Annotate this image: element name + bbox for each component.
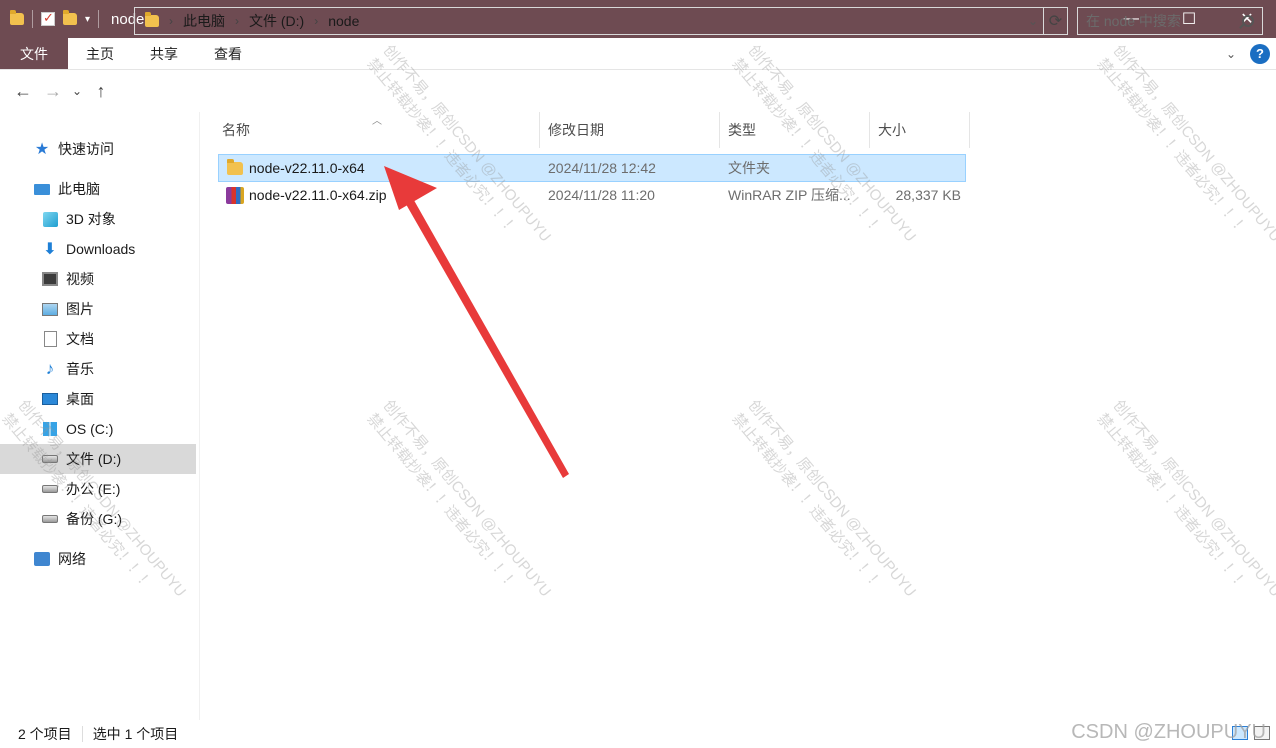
- download-icon: ⬇: [43, 241, 57, 258]
- file-name: node-v22.11.0-x64: [249, 160, 365, 176]
- sidebar-item-label: 文件 (D:): [66, 451, 122, 467]
- drive-icon: [42, 451, 58, 467]
- sidebar-item-label: 视频: [66, 271, 94, 287]
- column-header-name[interactable]: 名称: [200, 112, 540, 148]
- picture-icon: [42, 301, 58, 317]
- 3d-objects-icon: [42, 211, 58, 227]
- search-input[interactable]: [1086, 13, 1236, 29]
- sidebar-item-music[interactable]: ♪ 音乐: [0, 354, 196, 384]
- breadcrumb-node[interactable]: node: [328, 13, 359, 29]
- sidebar-item-label: 3D 对象: [66, 211, 116, 227]
- recent-locations-icon[interactable]: ⌄: [68, 84, 86, 98]
- folder-icon: [227, 155, 243, 181]
- folder-icon: [10, 10, 24, 25]
- column-header-date[interactable]: 修改日期: [540, 112, 720, 148]
- document-icon: [42, 331, 58, 347]
- sidebar-item-videos[interactable]: 视频: [0, 264, 196, 294]
- back-button[interactable]: ←: [8, 81, 38, 102]
- table-row[interactable]: node-v22.11.0-x64.zip 2024/11/28 11:20 W…: [218, 181, 966, 209]
- file-date: 2024/11/28 12:42: [548, 160, 656, 176]
- properties-icon[interactable]: [41, 10, 55, 26]
- drive-icon: [42, 481, 58, 497]
- new-folder-icon[interactable]: [63, 10, 77, 25]
- sidebar-item-label: 此电脑: [58, 181, 100, 197]
- folder-icon: [145, 12, 159, 27]
- tab-home[interactable]: 主页: [68, 38, 132, 69]
- file-list: ︿ 名称 修改日期 类型 大小 node-v22.11.0-x64 2024/1…: [200, 112, 1276, 720]
- chevron-right-icon[interactable]: ›: [235, 14, 239, 28]
- computer-icon: [34, 181, 50, 197]
- chevron-right-icon[interactable]: ›: [314, 14, 318, 28]
- file-type: WinRAR ZIP 压缩...: [728, 187, 851, 203]
- music-icon: ♪: [45, 359, 55, 378]
- sidebar-item-desktop[interactable]: 桌面: [0, 384, 196, 414]
- sidebar-item-this-pc[interactable]: 此电脑: [0, 174, 196, 204]
- sidebar-item-label: 桌面: [66, 391, 94, 407]
- network-icon: [34, 551, 50, 567]
- desktop-icon: [42, 391, 58, 407]
- windows-drive-icon: [42, 421, 58, 437]
- divider: [98, 10, 100, 28]
- sidebar-item-label: 音乐: [66, 361, 94, 377]
- csdn-watermark: CSDN @ZHOUPUYU: [1071, 721, 1266, 743]
- ribbon-expand-icon[interactable]: ⌄: [1226, 47, 1236, 61]
- forward-button[interactable]: →: [38, 81, 68, 102]
- column-header-size[interactable]: 大小: [870, 112, 970, 148]
- tab-share[interactable]: 共享: [132, 38, 196, 69]
- search-box[interactable]: [1077, 7, 1263, 35]
- refresh-button[interactable]: ⟳: [1044, 7, 1068, 35]
- sidebar-item-label: 网络: [58, 551, 86, 567]
- table-row[interactable]: node-v22.11.0-x64 2024/11/28 12:42 文件夹: [218, 154, 966, 182]
- item-count: 2 个项目: [18, 726, 72, 742]
- chevron-right-icon[interactable]: ›: [169, 14, 173, 28]
- sidebar-item-label: OS (C:): [66, 421, 114, 437]
- file-name: node-v22.11.0-x64.zip: [249, 187, 387, 203]
- video-icon: [42, 271, 58, 287]
- address-dropdown-icon[interactable]: ⌄: [1023, 14, 1043, 28]
- navigation-bar: ← → ⌄ ↑: [0, 70, 1276, 112]
- sidebar-item-documents[interactable]: 文档: [0, 324, 196, 354]
- sidebar-item-drive-e[interactable]: 办公 (E:): [0, 474, 196, 504]
- star-icon: ★: [34, 141, 50, 158]
- up-button[interactable]: ↑: [86, 81, 116, 102]
- sidebar-item-drive-c[interactable]: OS (C:): [0, 414, 196, 444]
- sidebar-item-network[interactable]: 网络: [0, 544, 196, 574]
- winrar-icon: [226, 181, 244, 209]
- breadcrumb-drive-d[interactable]: 文件 (D:): [249, 11, 304, 31]
- help-icon[interactable]: ?: [1250, 43, 1270, 64]
- sidebar-item-downloads[interactable]: ⬇ Downloads: [0, 234, 196, 264]
- tab-file[interactable]: 文件: [0, 38, 68, 69]
- sidebar-item-drive-g[interactable]: 备份 (G:): [0, 504, 196, 534]
- selection-count: 选中 1 个项目: [92, 726, 179, 742]
- quick-access-dropdown-icon[interactable]: ▾: [85, 14, 90, 25]
- sidebar-item-label: 文档: [66, 331, 94, 347]
- file-size: 28,337 KB: [895, 187, 961, 203]
- address-bar[interactable]: › 此电脑 › 文件 (D:) › node ⌄: [134, 7, 1044, 35]
- navigation-pane: ★ 快速访问 此电脑 3D 对象 ⬇ Downloads 视频 图片 文档 ♪ …: [0, 112, 200, 720]
- search-icon[interactable]: [1242, 15, 1254, 27]
- file-date: 2024/11/28 11:20: [548, 187, 655, 203]
- breadcrumb-this-pc[interactable]: 此电脑: [183, 11, 225, 31]
- tab-view[interactable]: 查看: [196, 38, 260, 69]
- sidebar-item-label: 办公 (E:): [66, 481, 121, 497]
- column-header-type[interactable]: 类型: [720, 112, 870, 148]
- sidebar-item-pictures[interactable]: 图片: [0, 294, 196, 324]
- sidebar-item-quick-access[interactable]: ★ 快速访问: [0, 134, 196, 164]
- sidebar-item-3d-objects[interactable]: 3D 对象: [0, 204, 196, 234]
- file-type: 文件夹: [728, 160, 770, 176]
- sidebar-item-drive-d[interactable]: 文件 (D:): [0, 444, 196, 474]
- drive-icon: [42, 511, 58, 527]
- divider: [32, 10, 33, 28]
- sidebar-item-label: Downloads: [66, 241, 136, 257]
- sidebar-item-label: 备份 (G:): [66, 511, 122, 527]
- sidebar-item-label: 图片: [66, 301, 94, 317]
- sidebar-item-label: 快速访问: [58, 141, 114, 157]
- ribbon-tabs: 文件 主页 共享 查看 ⌄ ?: [0, 38, 1276, 70]
- divider: [81, 726, 83, 742]
